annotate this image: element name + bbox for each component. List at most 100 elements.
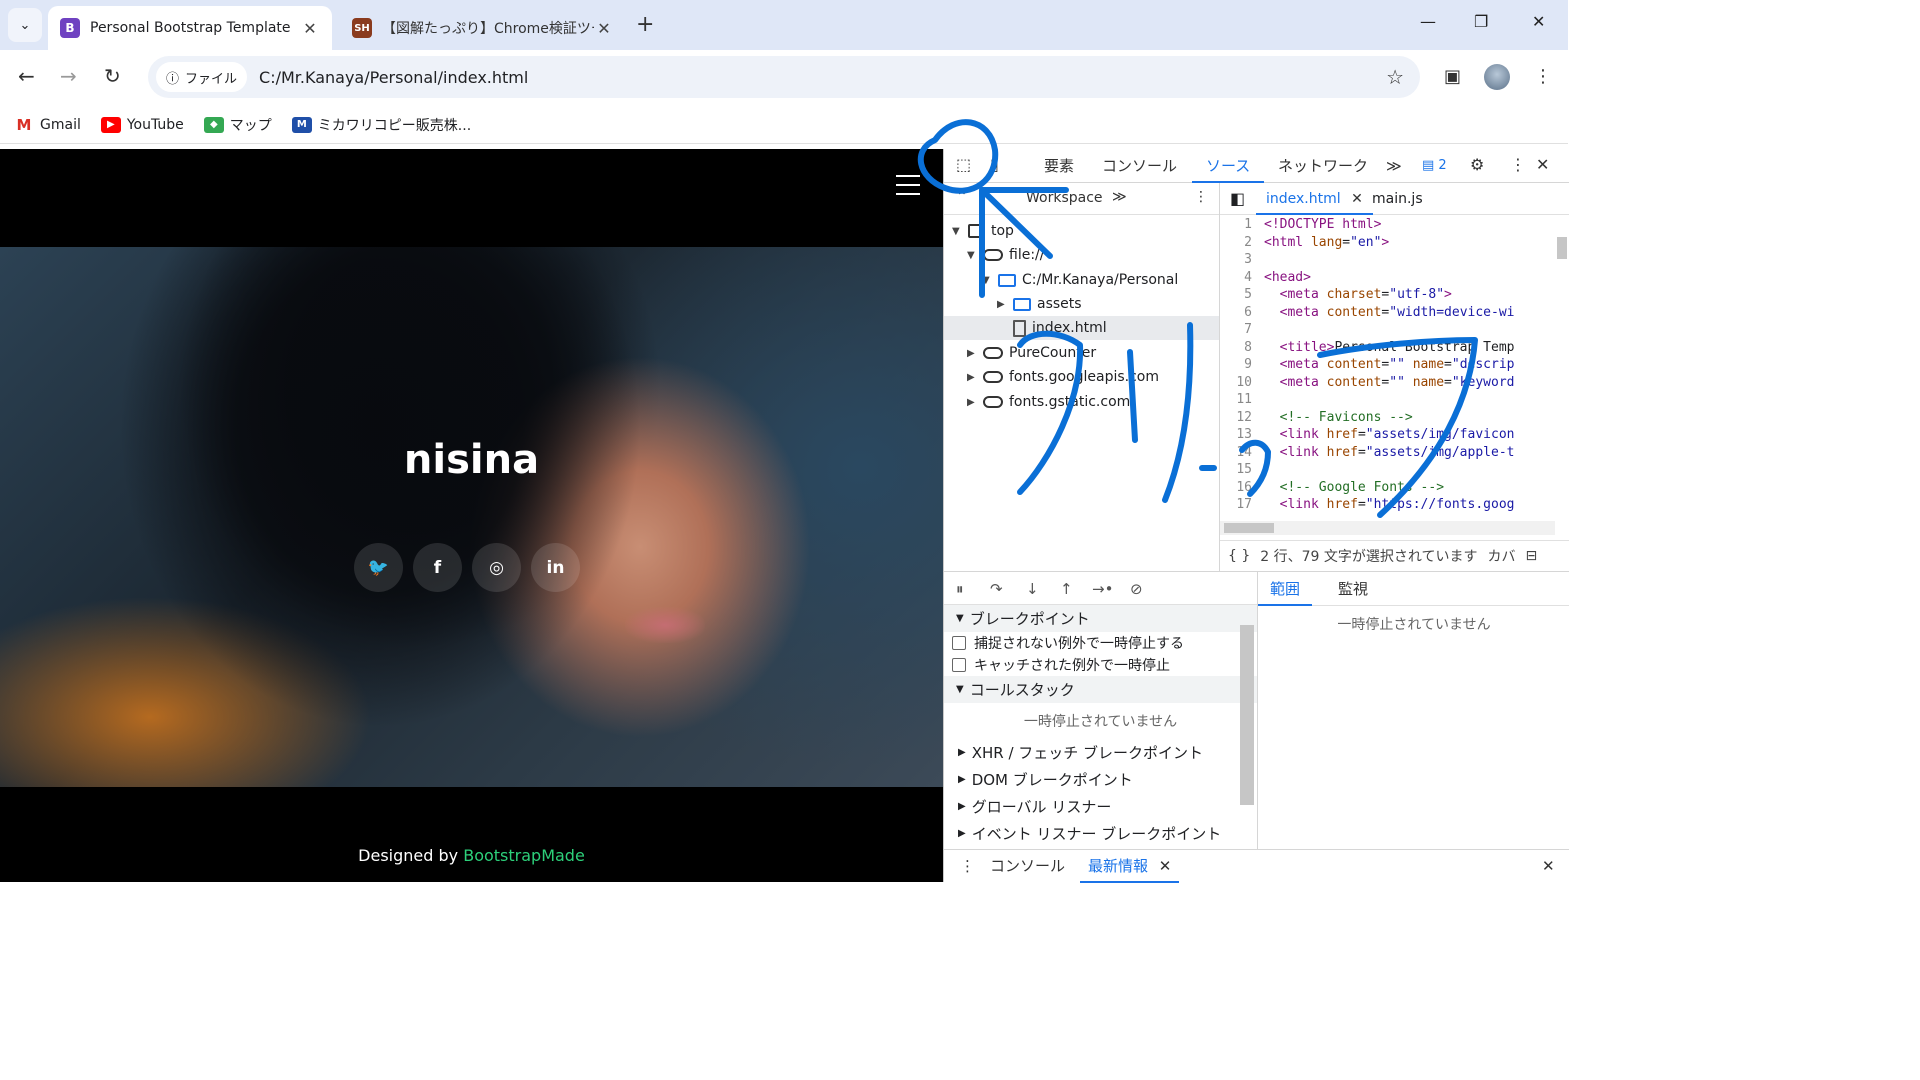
step-out-icon[interactable]: ↑ <box>1060 580 1073 598</box>
line-number[interactable]: 3 <box>1220 252 1264 270</box>
pretty-print-icon[interactable]: { } <box>1228 548 1250 564</box>
new-tab-button[interactable]: + <box>636 12 654 37</box>
code-text[interactable]: <meta charset="utf-8"> <box>1264 287 1452 305</box>
code-text[interactable]: <head> <box>1264 270 1311 288</box>
code-line[interactable]: 5 <meta charset="utf-8"> <box>1220 287 1569 305</box>
forward-arrow-icon[interactable]: → <box>60 64 77 88</box>
linkedin-icon[interactable]: in <box>531 543 580 592</box>
drawer-tab-whats-new[interactable]: 最新情報 ✕ <box>1080 850 1180 883</box>
line-number[interactable]: 12 <box>1220 410 1264 428</box>
tree-item[interactable]: ▶ PureCounter <box>967 341 1096 365</box>
tree-expand-icon[interactable]: ▶ <box>967 348 977 359</box>
inspect-element-icon[interactable]: ⬚ <box>956 155 971 174</box>
bookmark-star-icon[interactable]: ☆ <box>1386 65 1404 89</box>
code-line[interactable]: 12 <!-- Favicons --> <box>1220 410 1569 428</box>
line-number[interactable]: 10 <box>1220 375 1264 393</box>
window-close-icon[interactable]: ✕ <box>1532 12 1545 31</box>
tree-item[interactable]: ▶ assets <box>997 292 1082 316</box>
settings-gear-icon[interactable]: ⚙ <box>1470 155 1484 174</box>
drawer-close-icon[interactable]: ✕ <box>1542 850 1555 883</box>
tab-scope[interactable]: 範囲 <box>1258 572 1313 606</box>
maximize-icon[interactable]: ❐ <box>1474 12 1488 31</box>
code-text[interactable]: <html lang="en"> <box>1264 235 1389 253</box>
navigator-menu-icon[interactable]: ⋮ <box>1194 189 1208 205</box>
breakpoints-section[interactable]: ▼ ブレークポイント <box>944 605 1257 632</box>
coverage-toggle-icon[interactable]: ⊟ <box>1525 548 1537 564</box>
bookmark-mikawari[interactable]: M ミカワリコピー販売株... <box>291 115 471 135</box>
code-line[interactable]: 17 <link href="https://fonts.goog <box>1220 497 1569 515</box>
editor-tab-main-js[interactable]: main.js <box>1372 183 1423 215</box>
editor-tab-close-icon[interactable]: ✕ <box>1351 191 1363 207</box>
tree-item[interactable]: ▼ file:// <box>967 243 1044 267</box>
tree-expand-icon[interactable]: ▼ <box>967 250 977 261</box>
pause-uncaught-row[interactable]: 捕捉されない例外で一時停止する <box>944 632 1257 654</box>
code-text[interactable]: <meta content="" name="keyword <box>1264 375 1515 393</box>
tab-watch[interactable]: 監視 <box>1338 572 1368 606</box>
step-icon[interactable]: →• <box>1092 580 1113 598</box>
code-text[interactable]: <meta content="width=device-wi <box>1264 305 1515 323</box>
side-panel-icon[interactable]: ▣ <box>1444 66 1461 87</box>
toggle-navigator-icon[interactable]: ◧ <box>1230 189 1245 208</box>
tree-expand-icon[interactable]: ▼ <box>982 275 992 286</box>
tree-item[interactable]: index.html <box>944 316 1219 340</box>
pause-caught-row[interactable]: キャッチされた例外で一時停止 <box>944 654 1257 676</box>
back-arrow-icon[interactable]: ← <box>18 64 35 88</box>
kebab-menu-icon[interactable]: ⋮ <box>1534 66 1552 87</box>
code-line[interactable]: 10 <meta content="" name="keyword <box>1220 375 1569 393</box>
device-toolbar-icon[interactable]: ▯ <box>990 155 999 174</box>
code-area[interactable]: 1 <!DOCTYPE html> 2 <html lang="en"> 3 4 <head… <box>1220 217 1569 523</box>
workspace-tab[interactable]: Workspace <box>1026 190 1103 206</box>
tree-expand-icon[interactable]: ▶ <box>967 372 977 383</box>
editor-horizontal-scrollbar[interactable] <box>1220 521 1555 535</box>
line-number[interactable]: 17 <box>1220 497 1264 515</box>
drawer-menu-icon[interactable]: ⋮ <box>960 850 975 883</box>
tab-sources[interactable]: ソース <box>1192 149 1265 183</box>
drawer-tab-console[interactable]: コンソール <box>990 850 1065 883</box>
pause-caught-checkbox[interactable] <box>952 658 966 672</box>
code-line[interactable]: 1 <!DOCTYPE html> <box>1220 217 1569 235</box>
reload-icon[interactable]: ↻ <box>104 64 121 88</box>
tab-elements[interactable]: 要素 <box>1044 149 1074 183</box>
code-text[interactable]: <!-- Favicons --> <box>1264 410 1413 428</box>
instagram-icon[interactable]: ◎ <box>472 543 521 592</box>
code-text[interactable]: <title>Personal Bootstrap Temp <box>1264 340 1515 358</box>
code-line[interactable]: 13 <link href="assets/img/favicon <box>1220 427 1569 445</box>
code-line[interactable]: 9 <meta content="" name="descrip <box>1220 357 1569 375</box>
drawer-tab-close-icon[interactable]: ✕ <box>1159 857 1172 875</box>
navigator-more-icon[interactable]: ≫ <box>1112 189 1127 205</box>
devtools-close-icon[interactable]: ✕ <box>1536 155 1549 174</box>
line-number[interactable]: 9 <box>1220 357 1264 375</box>
code-line[interactable]: 3 <box>1220 252 1569 270</box>
line-number[interactable]: 11 <box>1220 392 1264 410</box>
tab-personal-bootstrap[interactable]: B Personal Bootstrap Template ✕ <box>48 6 332 50</box>
line-number[interactable]: 4 <box>1220 270 1264 288</box>
line-number[interactable]: 16 <box>1220 480 1264 498</box>
line-number[interactable]: 1 <box>1220 217 1264 235</box>
twitter-icon[interactable]: 🐦 <box>354 543 403 592</box>
tree-item[interactable]: ▼ top <box>952 219 1014 243</box>
code-line[interactable]: 6 <meta content="width=device-wi <box>1220 305 1569 323</box>
xhr-breakpoints-section[interactable]: ▶ XHR / フェッチ ブレークポイント <box>944 739 1257 766</box>
line-number[interactable]: 14 <box>1220 445 1264 463</box>
step-over-icon[interactable]: ↷ <box>990 580 1003 598</box>
more-tabs-icon[interactable]: ≫ <box>1386 149 1402 183</box>
bookmark-youtube[interactable]: ▶ YouTube <box>100 116 184 133</box>
callstack-section[interactable]: ▼ コールスタック <box>944 676 1257 703</box>
code-line[interactable]: 4 <head> <box>1220 270 1569 288</box>
code-line[interactable]: 11 <box>1220 392 1569 410</box>
code-line[interactable]: 7 <box>1220 322 1569 340</box>
tab-search-button[interactable]: ⌄ <box>8 8 42 42</box>
tab-close-icon[interactable]: ✕ <box>300 19 320 38</box>
line-number[interactable]: 8 <box>1220 340 1264 358</box>
code-text[interactable]: <link href="assets/img/favicon <box>1264 427 1515 445</box>
debugger-sidebar-scrollbar[interactable] <box>1240 607 1254 847</box>
tab-close-icon[interactable]: ✕ <box>594 19 614 38</box>
tree-item[interactable]: ▼ C:/Mr.Kanaya/Personal <box>982 268 1178 292</box>
tree-expand-icon[interactable]: ▶ <box>997 299 1007 310</box>
dom-breakpoints-section[interactable]: ▶ DOM ブレークポイント <box>944 766 1257 793</box>
code-line[interactable]: 8 <title>Personal Bootstrap Temp <box>1220 340 1569 358</box>
tree-expand-icon[interactable]: ▼ <box>952 226 962 237</box>
tree-item[interactable]: ▶ fonts.googleapis.com <box>967 365 1159 389</box>
bookmark-maps[interactable]: ◆ マップ <box>203 115 272 135</box>
address-bar[interactable]: ⓘ ファイル C:/Mr.Kanaya/Personal/index.html … <box>148 56 1420 98</box>
